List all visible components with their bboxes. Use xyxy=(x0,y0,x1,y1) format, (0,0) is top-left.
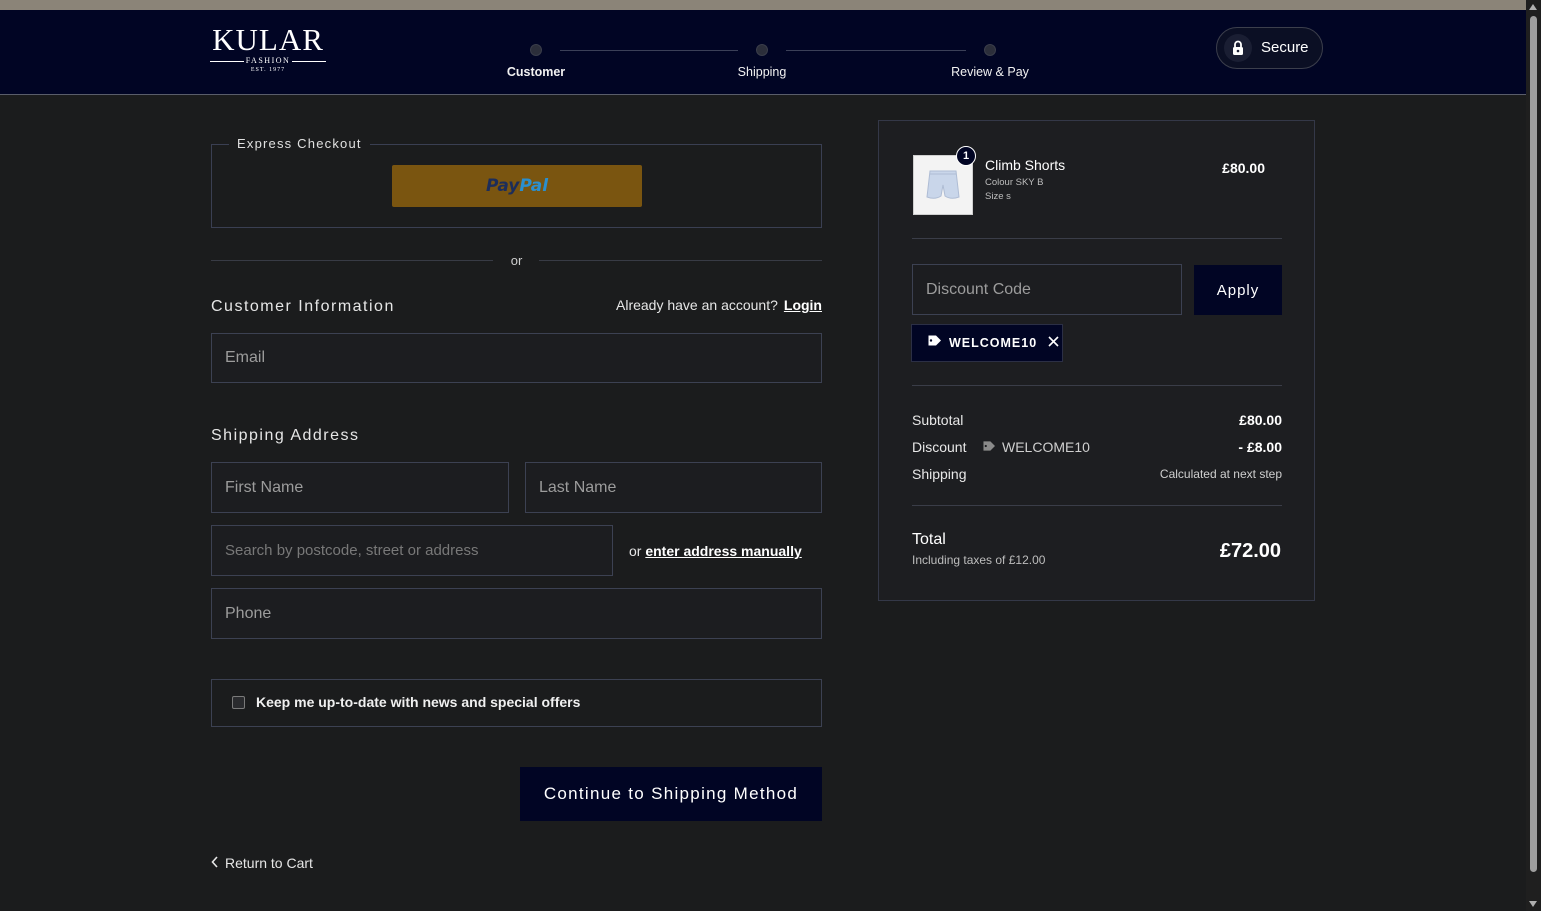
address-search-field[interactable]: Search by postcode, street or address xyxy=(211,525,613,576)
discount-code-text: WELCOME10 xyxy=(1002,439,1090,455)
newsletter-label[interactable]: Keep me up-to-date with news and special… xyxy=(256,694,580,710)
checkout-header: KULAR FASHION EST. 1977 Customer Shippin… xyxy=(0,10,1526,95)
express-checkout-legend: Express Checkout xyxy=(229,136,370,151)
tag-icon xyxy=(927,334,942,352)
apply-discount-button[interactable]: Apply xyxy=(1194,265,1282,315)
taxes-note: Including taxes of £12.00 xyxy=(912,553,1046,567)
order-summary: 1 Climb Shorts Colour SKY B Size s £80.0… xyxy=(878,120,1315,601)
shipping-value: Calculated at next step xyxy=(1159,467,1282,481)
secure-badge: Secure xyxy=(1216,27,1323,69)
paypal-logo-pal: Pal xyxy=(519,176,549,196)
paypal-logo-pay: Pay xyxy=(485,176,520,196)
scroll-up-arrow-icon[interactable] xyxy=(1529,4,1537,10)
step-dot-customer xyxy=(530,44,542,56)
brand-logo[interactable]: KULAR FASHION EST. 1977 xyxy=(210,24,326,76)
discount-row: Discount WELCOME10 - £8.00 xyxy=(912,439,1282,455)
discount-label: Discount xyxy=(912,439,967,455)
item-name: Climb Shorts xyxy=(985,157,1066,173)
account-prompt: Already have an account? Login xyxy=(616,297,822,313)
applied-discount-tag: WELCOME10 xyxy=(911,324,1063,362)
logo-subtitle: FASHION xyxy=(210,56,326,65)
phone-field[interactable]: Phone xyxy=(211,588,822,639)
step-customer[interactable]: Customer xyxy=(507,65,565,79)
continue-to-shipping-button[interactable]: Continue to Shipping Method xyxy=(520,767,822,821)
summary-divider xyxy=(912,385,1282,386)
account-prompt-text: Already have an account? xyxy=(616,297,778,313)
customer-information-title: Customer Information xyxy=(211,298,395,315)
tag-icon xyxy=(982,439,996,455)
secure-label: Secure xyxy=(1261,39,1309,56)
step-dot-review xyxy=(984,44,996,56)
return-to-cart-link[interactable]: Return to Cart xyxy=(211,855,313,871)
return-to-cart-label: Return to Cart xyxy=(225,855,313,871)
summary-divider xyxy=(912,505,1282,506)
shipping-row: Shipping Calculated at next step xyxy=(912,466,1282,482)
item-colour: Colour SKY B xyxy=(985,177,1044,188)
scroll-down-arrow-icon[interactable] xyxy=(1529,901,1537,907)
first-name-field[interactable]: First Name xyxy=(211,462,509,513)
summary-divider xyxy=(912,238,1282,239)
item-price: £80.00 xyxy=(1222,160,1265,176)
discount-code-field[interactable]: Discount Code xyxy=(912,264,1182,315)
total-value: £72.00 xyxy=(1219,540,1281,562)
page-scrollbar[interactable] xyxy=(1526,0,1541,911)
total-label: Total xyxy=(912,531,946,548)
remove-discount-icon[interactable] xyxy=(1048,334,1059,352)
or-divider: or xyxy=(211,252,822,270)
discount-value: - £8.00 xyxy=(1238,439,1282,455)
step-connector xyxy=(560,50,738,51)
item-size: Size s xyxy=(985,191,1011,202)
step-dot-shipping xyxy=(756,44,768,56)
chevron-left-icon xyxy=(211,855,219,871)
manual-address-prefix: or xyxy=(629,543,642,559)
or-text: or xyxy=(510,253,523,268)
step-connector xyxy=(786,50,966,51)
scrollbar-thumb[interactable] xyxy=(1530,16,1537,872)
subtotal-label: Subtotal xyxy=(912,412,964,428)
logo-wordmark: KULAR xyxy=(212,22,324,57)
enter-address-manually-link[interactable]: enter address manually xyxy=(645,543,801,559)
applied-discount-code: WELCOME10 xyxy=(949,336,1038,350)
newsletter-option[interactable]: Keep me up-to-date with news and special… xyxy=(211,679,822,727)
discount-code-info: WELCOME10 xyxy=(982,439,1090,455)
manual-address-prompt: or enter address manually xyxy=(629,543,802,559)
lock-icon xyxy=(1224,34,1252,62)
logo-established: EST. 1977 xyxy=(250,67,286,73)
subtotal-value: £80.00 xyxy=(1239,412,1282,428)
shipping-label: Shipping xyxy=(912,466,967,482)
paypal-button[interactable]: Pay Pal xyxy=(392,165,642,207)
subtotal-row: Subtotal £80.00 xyxy=(912,412,1282,428)
newsletter-checkbox[interactable] xyxy=(232,696,245,709)
last-name-field[interactable]: Last Name xyxy=(525,462,822,513)
checkout-steps: Customer Shipping Review & Pay xyxy=(490,40,1050,90)
express-checkout: Express Checkout Pay Pal xyxy=(211,136,822,228)
shipping-address-title: Shipping Address xyxy=(211,427,360,444)
email-field[interactable]: Email xyxy=(211,333,822,383)
quantity-badge: 1 xyxy=(956,146,976,166)
top-strip xyxy=(0,0,1526,10)
step-review-pay[interactable]: Review & Pay xyxy=(951,65,1029,79)
step-shipping[interactable]: Shipping xyxy=(738,65,787,79)
login-link[interactable]: Login xyxy=(784,297,822,313)
